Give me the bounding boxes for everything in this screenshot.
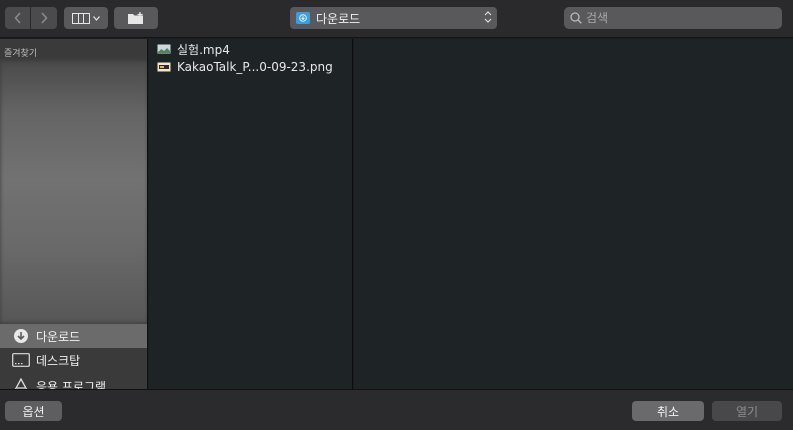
chevron-right-icon — [41, 12, 48, 24]
cancel-button[interactable]: 취소 — [632, 401, 704, 421]
applications-icon — [12, 378, 30, 389]
desktop-icon — [12, 352, 30, 368]
file-column: 실험.mp4 KakaoTalk_P...0-09-23.png — [149, 39, 353, 389]
download-icon — [12, 328, 30, 344]
sidebar-item-label: 다운로드 — [36, 329, 81, 344]
sidebar-item-label: 응용 프로그램 — [36, 379, 107, 390]
search-field[interactable] — [564, 7, 782, 29]
search-input[interactable] — [586, 11, 766, 25]
file-item[interactable]: KakaoTalk_P...0-09-23.png — [149, 58, 353, 76]
forward-button[interactable] — [31, 7, 57, 29]
bottom-bar: 옵션 취소 열기 — [0, 389, 793, 430]
chevron-down-icon — [93, 15, 100, 21]
new-folder-icon — [128, 11, 143, 24]
navigation-group — [5, 7, 57, 29]
downloads-folder-icon — [296, 12, 310, 24]
options-button[interactable]: 옵션 — [5, 401, 62, 421]
video-file-icon — [157, 44, 171, 54]
open-button[interactable]: 열기 — [712, 401, 782, 421]
location-label: 다운로드 — [316, 11, 361, 26]
sidebar-heading: 즐겨찾기 — [4, 49, 38, 59]
search-icon — [570, 12, 582, 24]
chevron-left-icon — [13, 12, 21, 24]
new-folder-button[interactable] — [114, 7, 158, 29]
sidebar-item-downloads[interactable]: 다운로드 — [0, 324, 147, 348]
toolbar: 다운로드 — [0, 0, 793, 38]
sidebar-item-label: 데스크탑 — [36, 353, 81, 368]
back-button[interactable] — [5, 7, 31, 29]
sidebar-item-applications[interactable]: 응용 프로그램 — [0, 374, 147, 390]
file-name: 실험.mp4 — [177, 42, 230, 57]
file-name: KakaoTalk_P...0-09-23.png — [177, 60, 333, 74]
chevron-updown-icon — [484, 10, 492, 26]
view-mode-button[interactable] — [64, 7, 108, 29]
sidebar: 즐겨찾기 다운로드 데스크탑 응용 프로그램 — [0, 39, 148, 389]
file-item[interactable]: 실험.mp4 — [149, 40, 353, 58]
location-popup[interactable]: 다운로드 — [290, 7, 497, 29]
column-view-icon — [72, 12, 90, 24]
image-file-icon — [157, 62, 171, 72]
sidebar-blurred-region — [0, 61, 147, 323]
preview-column — [354, 39, 793, 389]
sidebar-item-desktop[interactable]: 데스크탑 — [0, 348, 147, 372]
